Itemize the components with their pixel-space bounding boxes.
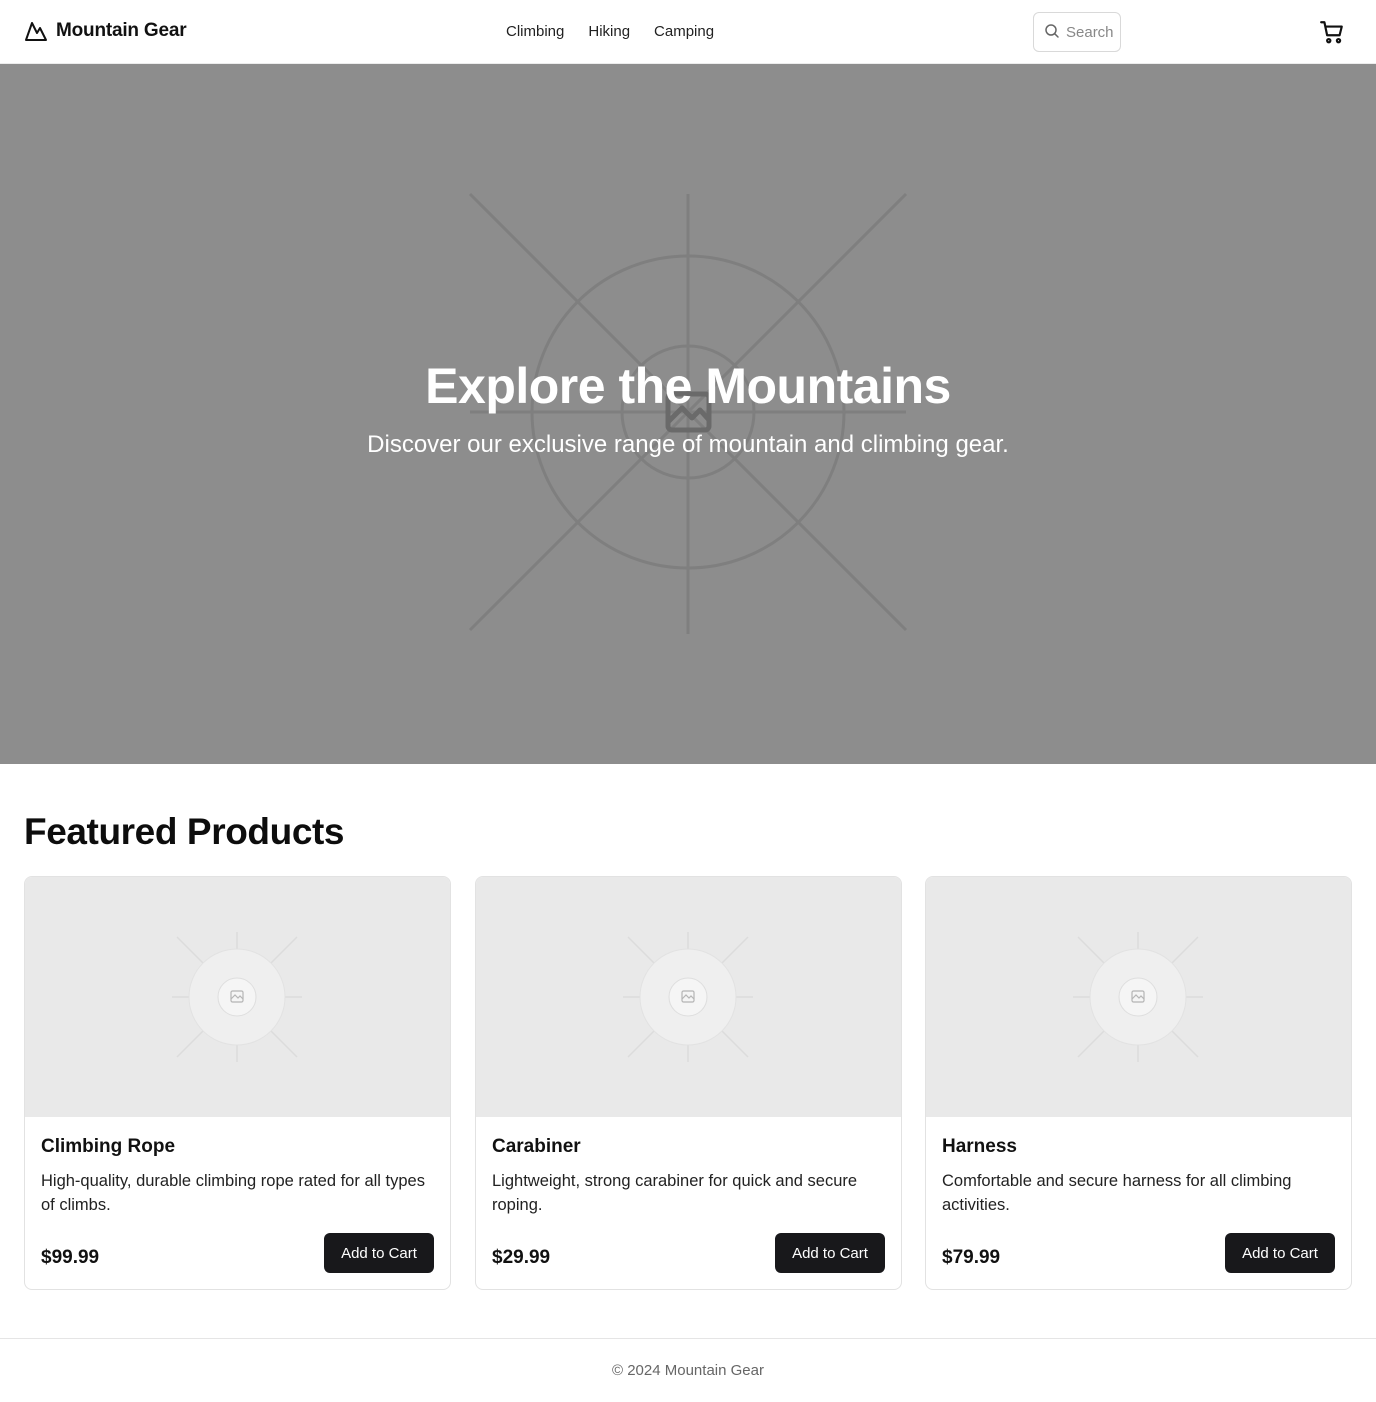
product-price: $29.99 <box>492 1247 551 1268</box>
search-input[interactable] <box>1066 13 1120 51</box>
featured-products-title: Featured Products <box>24 811 345 852</box>
product-image <box>926 877 1351 1117</box>
nav-link-camping[interactable]: Camping <box>654 22 714 42</box>
brand-name: Mountain Gear <box>56 20 187 41</box>
product-description: Comfortable and secure harness for all c… <box>942 1172 1292 1214</box>
product-name: Harness <box>942 1136 1017 1157</box>
product-description: High-quality, durable climbing rope rate… <box>41 1172 425 1214</box>
shopping-cart-icon[interactable] <box>1319 19 1345 45</box>
hero-title: Explore the Mountains <box>425 358 951 414</box>
product-image <box>476 877 901 1117</box>
brand[interactable]: Mountain Gear <box>24 19 187 43</box>
add-to-cart-button[interactable]: Add to Cart <box>324 1233 434 1273</box>
hero-subtitle: Discover our exclusive range of mountain… <box>367 431 1009 458</box>
add-to-cart-button[interactable]: Add to Cart <box>1225 1233 1335 1273</box>
product-card-climbing-rope: Climbing Rope High-quality, durable clim… <box>24 876 451 1290</box>
site-header: Mountain Gear Climbing Hiking Camping <box>0 0 1376 64</box>
product-description: Lightweight, strong carabiner for quick … <box>492 1172 858 1214</box>
nav-link-climbing[interactable]: Climbing <box>506 22 564 42</box>
main-nav: Climbing Hiking Camping <box>506 22 738 42</box>
product-price: $99.99 <box>41 1247 100 1268</box>
search-box <box>1033 12 1121 52</box>
nav-link-hiking[interactable]: Hiking <box>588 22 630 42</box>
product-image <box>25 877 450 1117</box>
product-card-harness: Harness Comfortable and secure harness f… <box>925 876 1352 1290</box>
product-price: $79.99 <box>942 1247 1001 1268</box>
hero-banner: Explore the Mountains Discover our exclu… <box>0 64 1376 764</box>
site-footer: © 2024 Mountain Gear <box>0 1338 1376 1402</box>
image-placeholder-icon <box>623 932 753 1062</box>
mountain-icon <box>25 22 47 41</box>
image-placeholder-icon <box>172 932 302 1062</box>
product-name: Climbing Rope <box>41 1136 176 1157</box>
image-placeholder-icon <box>1073 932 1203 1062</box>
copyright-text: © 2024 Mountain Gear <box>612 1362 764 1379</box>
search-icon <box>1045 24 1059 38</box>
product-name: Carabiner <box>492 1136 581 1157</box>
product-card-carabiner: Carabiner Lightweight, strong carabiner … <box>475 876 902 1290</box>
add-to-cart-button[interactable]: Add to Cart <box>775 1233 885 1273</box>
